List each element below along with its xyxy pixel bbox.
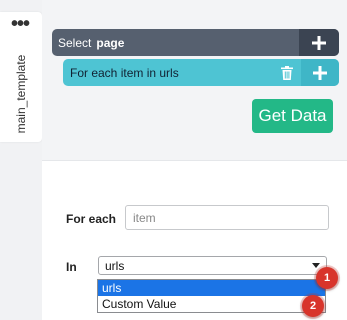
for-each-step[interactable]: For each item in urls <box>63 59 339 86</box>
add-child-step-button[interactable] <box>301 59 339 86</box>
for-each-label: For each <box>66 212 117 226</box>
trash-icon[interactable] <box>280 65 294 81</box>
get-data-button[interactable]: Get Data <box>252 99 333 133</box>
annotation-badge: 1 <box>316 267 338 289</box>
annotation-badge: 2 <box>302 295 324 317</box>
select-page-step[interactable]: Select page <box>52 29 339 56</box>
plus-icon <box>312 35 326 50</box>
in-select[interactable]: urls <box>98 256 327 275</box>
in-label: In <box>66 260 77 274</box>
in-select-dropdown: urls Custom Value <box>97 279 326 313</box>
in-select-value: urls <box>105 258 125 273</box>
template-tab[interactable]: ••• main_template <box>0 12 42 142</box>
add-step-button[interactable] <box>299 29 339 56</box>
for-each-step-label: For each item in urls <box>70 65 179 80</box>
dropdown-option-custom-value[interactable]: Custom Value <box>98 296 325 312</box>
item-variable-input[interactable] <box>125 205 329 230</box>
chevron-down-icon <box>312 263 320 268</box>
plus-icon <box>313 65 327 80</box>
template-tab-label: main_template <box>14 54 28 134</box>
dropdown-option-urls[interactable]: urls <box>98 280 325 296</box>
select-step-label: Select page <box>58 35 125 50</box>
more-options-icon[interactable]: ••• <box>11 14 30 34</box>
